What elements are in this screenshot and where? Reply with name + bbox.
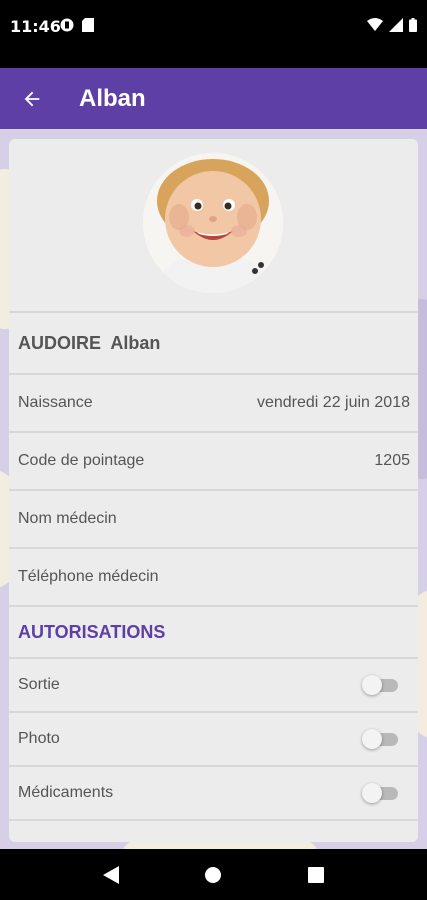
authorization-row-sortie: Sortie — [9, 657, 418, 711]
back-button[interactable] — [0, 68, 64, 129]
doctor-name-label: Nom médecin — [18, 510, 117, 527]
system-nav-bar — [0, 849, 427, 900]
authorizations-title: AUTORISATIONS — [18, 621, 166, 642]
child-full-name: AUDOIRE Alban — [18, 332, 161, 353]
check-in-code-label: Code de pointage — [18, 452, 145, 469]
authorization-label-sortie: Sortie — [18, 676, 60, 693]
doctor-phone-row: Téléphone médecin — [9, 547, 418, 605]
battery-icon — [409, 18, 417, 32]
status-right-icons — [367, 18, 417, 32]
nav-recents-button[interactable] — [296, 855, 336, 895]
status-time: 11:46 — [10, 17, 61, 36]
sortie-toggle[interactable] — [362, 675, 398, 695]
app-notification-icon — [60, 18, 74, 32]
toggle-thumb — [362, 729, 382, 749]
avatar-area — [9, 139, 418, 311]
back-triangle-icon — [103, 865, 120, 884]
toggle-thumb — [362, 675, 382, 695]
child-full-name-row: AUDOIRE Alban — [9, 311, 418, 373]
child-photo-avatar — [143, 153, 283, 293]
toggle-thumb — [362, 783, 382, 803]
birth-date-row: Naissance vendredi 22 juin 2018 — [9, 373, 418, 431]
arrow-left-icon — [24, 91, 40, 106]
authorization-row-medicaments: Médicaments — [9, 765, 418, 819]
app-bar: Alban — [0, 68, 427, 129]
home-circle-icon — [205, 866, 222, 883]
authorization-row-photo: Photo — [9, 711, 418, 765]
check-in-code-row: Code de pointage 1205 — [9, 431, 418, 489]
child-profile-card: AUDOIRE Alban Naissance vendredi 22 juin… — [9, 139, 418, 842]
authorization-label-photo: Photo — [18, 730, 60, 747]
wifi-icon — [367, 18, 383, 31]
content-area[interactable]: AUDOIRE Alban Naissance vendredi 22 juin… — [0, 129, 427, 849]
avatar — [143, 153, 283, 293]
birth-date-value: vendredi 22 juin 2018 — [256, 394, 410, 411]
photo-toggle[interactable] — [362, 729, 398, 749]
medicaments-toggle[interactable] — [362, 783, 398, 803]
status-bar: 11:46 — [0, 0, 427, 68]
status-left-icons — [60, 18, 94, 32]
signal-icon — [389, 18, 403, 32]
authorizations-header: AUTORISATIONS — [9, 605, 418, 657]
doctor-phone-label: Téléphone médecin — [18, 568, 159, 585]
nav-home-button[interactable] — [193, 855, 233, 895]
authorization-label-medicaments: Médicaments — [18, 784, 114, 801]
doctor-name-row: Nom médecin — [9, 489, 418, 547]
page-title: Alban — [79, 84, 146, 112]
nav-back-button[interactable] — [91, 855, 131, 895]
check-in-code-value: 1205 — [374, 452, 410, 469]
birth-date-label: Naissance — [18, 394, 93, 411]
recents-square-icon — [307, 866, 324, 883]
list-end-divider — [9, 819, 418, 839]
sd-card-icon — [82, 18, 94, 32]
